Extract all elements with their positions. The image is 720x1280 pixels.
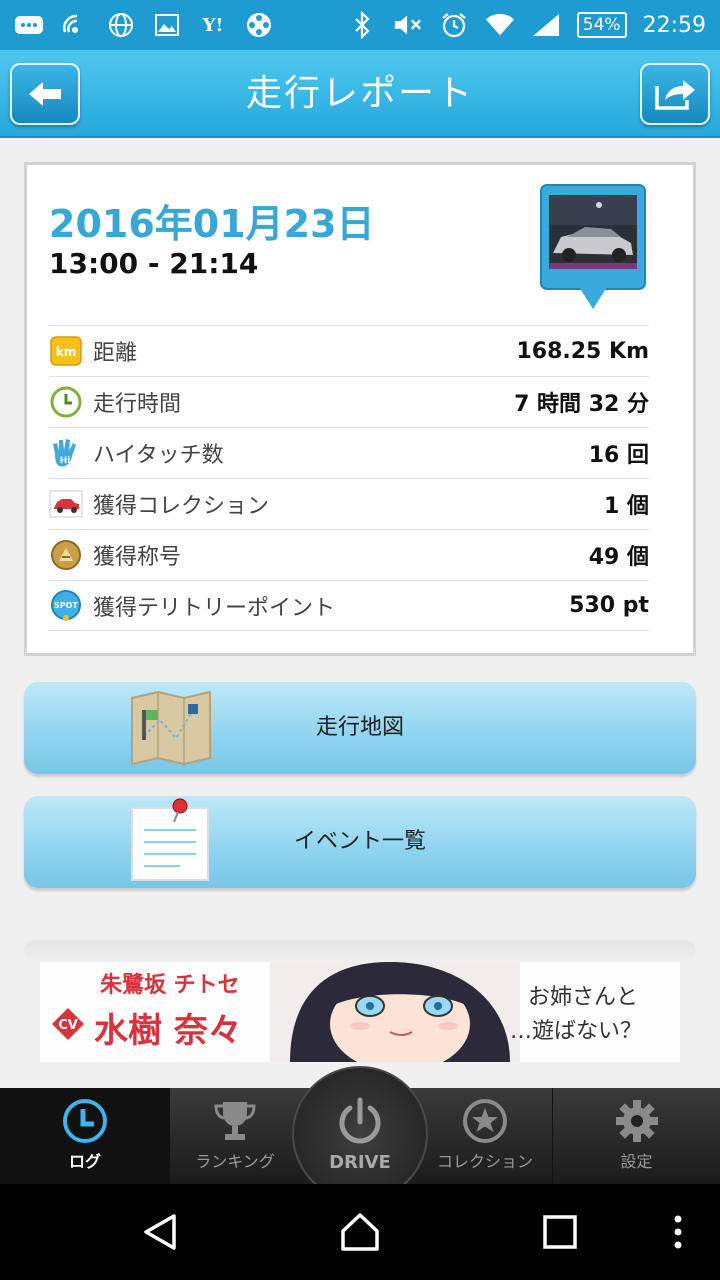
stat-row-territory-points: SPOT 獲得テリトリーポイント 530 pt [49,580,649,631]
stat-row-drive-time: 走行時間 7 時間 32 分 [49,376,649,427]
tab-collection-label: コレクション [436,1152,533,1171]
spot-icon-label: SPOT [54,601,78,610]
stat-row-distance: km 距離 168.25 Km [49,325,649,376]
battery-indicator: 54% [576,12,627,38]
stat-row-high-touch: Hi ハイタッチ数 16 回 [49,427,649,478]
km-icon: km [49,334,83,368]
nav-menu-button[interactable] [658,1210,698,1254]
clock-icon [49,385,83,419]
film-reel-icon [244,12,274,38]
drive-map-label: 走行地図 [315,715,404,740]
medal-icon [49,538,83,572]
banner-line2: …遊ばない？ [510,1019,642,1044]
power-icon [339,1097,381,1143]
signal-icon [531,12,561,38]
home-icon [341,1213,379,1251]
recents-square-icon [543,1215,577,1249]
drive-label: DRIVE [329,1151,391,1173]
stat-label: 獲得テリトリーポイント [93,595,336,621]
stat-row-collection: 獲得コレクション 1 個 [49,478,649,529]
nfc-on-icon [60,12,90,38]
message-notification-icon [14,12,44,38]
banner-role-text: 朱鷺坂 チトセ [100,972,240,998]
back-button[interactable] [10,63,80,125]
tab-settings[interactable]: 設定 [552,1088,720,1184]
hi-five-icon: Hi [49,436,83,470]
ad-banner[interactable]: CV 朱鷺坂 チトセ 水樹 奈々 お姉さんと …遊ばない？ [40,962,680,1062]
yahoo-icon: Y! [202,14,224,36]
stat-value: 49 個 [588,545,649,570]
tab-settings-label: 設定 [620,1152,653,1171]
clock-time: 22:59 [642,12,706,38]
banner-name-text: 水樹 奈々 [94,1011,242,1051]
gear-icon [615,1100,658,1142]
title-bar: 走行レポート [0,50,720,138]
stat-value: 7 時間 32 分 [514,392,649,417]
tab-collection[interactable]: コレクション [420,1088,550,1184]
stat-value: 1 個 [604,494,649,519]
tab-ranking[interactable]: ランキング [170,1088,300,1184]
drive-button[interactable]: DRIVE [292,1066,428,1202]
image-icon [152,12,182,38]
event-list-button[interactable]: イベント一覧 [24,796,696,888]
log-clock-icon [63,1099,107,1143]
tab-ranking-label: ランキング [195,1152,275,1171]
banner-line1: お姉さんと [528,985,638,1010]
tab-log[interactable]: ログ [0,1088,170,1184]
share-button[interactable] [640,63,710,125]
share-icon [655,80,695,110]
stat-row-titles: 獲得称号 49 個 [49,529,649,580]
alarm-icon [439,12,469,38]
stat-value: 530 pt [569,593,649,618]
car-icon [49,487,83,521]
nav-home-button[interactable] [338,1210,382,1254]
overflow-dots-icon [674,1215,682,1249]
bluetooth-icon [347,11,377,39]
stat-label: 距離 [93,341,138,366]
nav-back-button[interactable] [138,1210,182,1254]
mute-icon [393,12,423,38]
page-title: 走行レポート [245,73,474,114]
nav-recents-button[interactable] [538,1210,582,1254]
stat-value: 168.25 Km [516,338,649,364]
drive-map-button[interactable]: 走行地図 [24,682,696,774]
event-list-label: イベント一覧 [293,829,426,854]
report-card: 2016年01月23日 13:00 - 21:14 km 距離 168.25 K… [24,162,696,656]
back-arrow-icon [29,82,61,106]
wifi-icon [485,12,515,38]
spot-icon: SPOT [49,589,83,623]
back-triangle-icon [144,1214,176,1250]
stat-label: 獲得コレクション [93,494,270,519]
system-nav-bar [0,1184,720,1280]
tab-log-label: ログ [68,1152,101,1171]
report-time-range: 13:00 - 21:14 [49,247,259,280]
section-divider [24,940,696,962]
globe-icon [106,12,136,38]
hi-five-icon-label: Hi [60,456,71,466]
star-circle-icon [463,1099,507,1143]
stat-label: 獲得称号 [93,545,182,570]
report-date: 2016年01月23日 [49,202,375,246]
trophy-icon [214,1102,256,1140]
cv-mark: CV [58,1018,78,1033]
stat-value: 16 回 [588,443,649,468]
stats-list: km 距離 168.25 Km 走行時間 7 時間 32 分 Hi ハイタッチ数… [49,325,649,631]
status-bar: Y! 54% 22:59 [0,0,720,50]
stat-label: ハイタッチ数 [93,443,224,468]
stat-label: 走行時間 [93,392,182,417]
car-photo-pin[interactable] [539,183,647,315]
km-icon-label: km [56,345,76,359]
